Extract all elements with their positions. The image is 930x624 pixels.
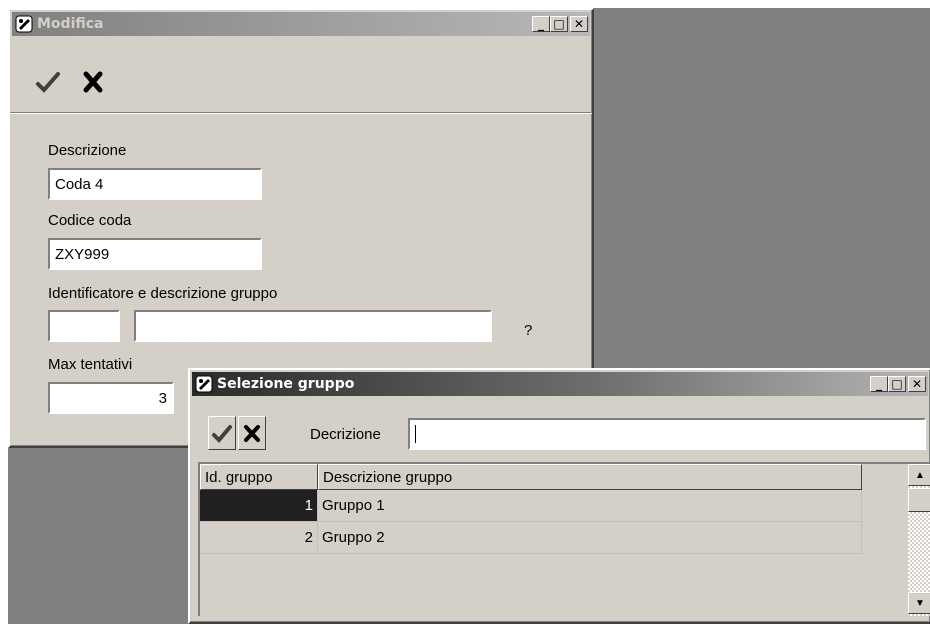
app-icon [15,15,33,33]
toolbar-divider [10,112,592,114]
gruppo-id-input[interactable] [48,310,120,342]
minimize-button[interactable]: _ [532,16,550,32]
row-id-cell: 1 [200,490,318,522]
row-desc-cell: Gruppo 1 [318,490,862,522]
results-grid: Id. gruppo Descrizione gruppo 1 Gruppo 1… [198,462,930,616]
text-cursor [415,425,416,443]
max-tentativi-label: Max tentativi [48,356,133,373]
confirm-button[interactable] [34,66,62,96]
descrizione-input[interactable]: Coda 4 [48,168,262,200]
checkmark-icon [212,425,232,443]
column-header-desc[interactable]: Descrizione gruppo [318,464,862,490]
close-button[interactable]: ✕ [570,16,588,32]
x-icon [244,425,260,442]
confirm-button[interactable] [208,416,236,450]
app-icon [195,375,213,393]
scroll-down-button[interactable]: ▼ [908,592,930,614]
search-input[interactable] [408,418,926,450]
gruppo-label: Identificatore e descrizione gruppo [48,285,278,302]
max-tentativi-input[interactable]: 3 [48,382,174,414]
maximize-button[interactable]: □ [550,16,568,32]
cancel-button[interactable] [238,416,266,450]
descrizione-label: Descrizione [48,142,127,159]
selezione-gruppo-window: Selezione gruppo _ □ ✕ Decrizione Id. gr… [188,368,930,624]
search-label: Decrizione [310,426,381,443]
gruppo-desc-input[interactable] [134,310,492,342]
scroll-up-button[interactable]: ▲ [908,464,930,486]
scroll-thumb[interactable] [908,488,930,512]
row-desc-cell: Gruppo 2 [318,522,862,554]
window-title: Selezione gruppo [217,376,355,392]
column-header-id[interactable]: Id. gruppo [200,464,318,490]
minimize-button[interactable]: _ [870,376,888,392]
codice-coda-input[interactable]: ZXY999 [48,238,262,270]
close-button[interactable]: ✕ [908,376,926,392]
gruppo-lookup-button[interactable]: ? [524,322,532,339]
selezione-titlebar[interactable]: Selezione gruppo _ □ ✕ [192,372,928,396]
checkmark-icon [36,72,60,93]
maximize-button[interactable]: □ [888,376,906,392]
codice-coda-label: Codice coda [48,212,132,229]
x-icon [83,71,103,93]
row-id-cell: 2 [200,522,318,554]
vertical-scrollbar[interactable]: ▲ ▼ [908,464,930,616]
window-title: Modifica [37,16,104,32]
modifica-titlebar[interactable]: Modifica _ □ ✕ [12,12,590,36]
cancel-button[interactable] [80,66,108,96]
